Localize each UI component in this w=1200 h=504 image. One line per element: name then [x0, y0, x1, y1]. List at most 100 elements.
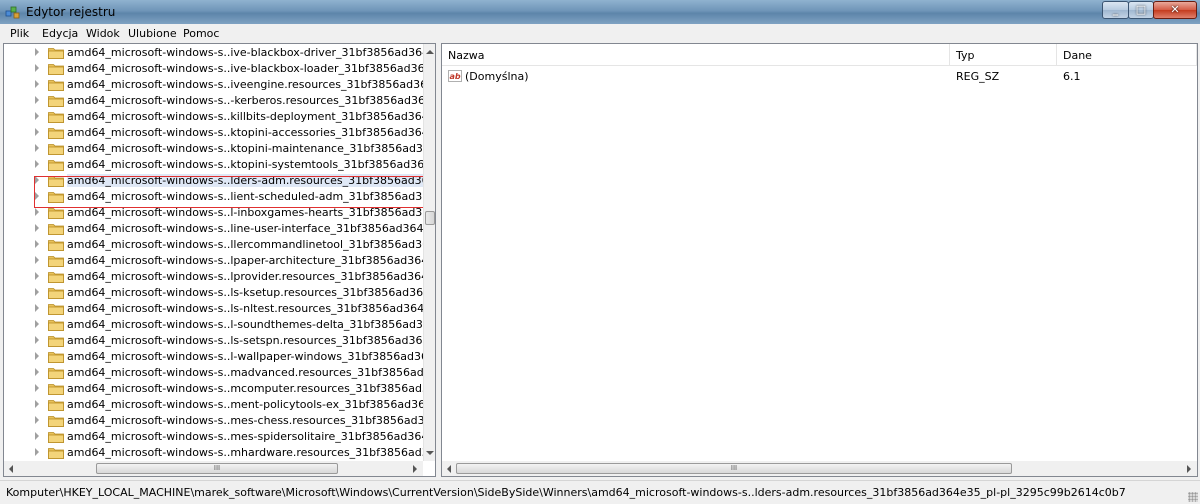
scroll-right-icon[interactable] [413, 465, 417, 473]
minimize-button[interactable]: _ [1102, 1, 1129, 19]
folder-icon [48, 48, 64, 59]
scroll-right-icon[interactable] [1187, 465, 1191, 473]
expand-arrow-icon[interactable] [35, 320, 39, 328]
scroll-up-icon[interactable] [426, 50, 434, 54]
folder-icon [48, 416, 64, 427]
expand-arrow-icon[interactable] [35, 128, 39, 136]
scroll-thumb[interactable] [425, 211, 435, 225]
tree-item[interactable]: amd64_microsoft-windows-s..mes-spidersol… [4, 429, 423, 445]
scroll-thumb[interactable]: III [96, 463, 338, 474]
expand-arrow-icon[interactable] [35, 256, 39, 264]
folder-icon [48, 336, 64, 347]
expand-arrow-icon[interactable] [35, 336, 39, 344]
tree-item-label: amd64_microsoft-windows-s..ls-nltest.res… [67, 302, 423, 315]
tree-item[interactable]: amd64_microsoft-windows-s..mhardware.res… [4, 445, 423, 461]
menu-edit[interactable]: Edycja [42, 27, 78, 40]
column-header-type[interactable]: Typ [950, 44, 1057, 66]
expand-arrow-icon[interactable] [35, 96, 39, 104]
tree-item[interactable]: amd64_microsoft-windows-s..killbits-depl… [4, 109, 423, 125]
expand-arrow-icon[interactable] [35, 288, 39, 296]
expand-arrow-icon[interactable] [35, 400, 39, 408]
folder-icon [48, 160, 64, 171]
tree-item[interactable]: amd64_microsoft-windows-s..l-soundthemes… [4, 317, 423, 333]
expand-arrow-icon[interactable] [35, 368, 39, 376]
values-list-pane[interactable]: Nazwa Typ Dane ab (Domyślna) REG_SZ 6.1 … [441, 43, 1198, 477]
folder-icon [48, 448, 64, 459]
expand-arrow-icon[interactable] [35, 448, 39, 456]
expand-arrow-icon[interactable] [35, 80, 39, 88]
tree-item[interactable]: amd64_microsoft-windows-s..ive-blackbox-… [4, 45, 423, 61]
expand-arrow-icon[interactable] [35, 144, 39, 152]
folder-icon [48, 320, 64, 331]
expand-arrow-icon[interactable] [35, 64, 39, 72]
tree-item[interactable]: amd64_microsoft-windows-s..-kerberos.res… [4, 93, 423, 109]
expand-arrow-icon[interactable] [35, 384, 39, 392]
tree-item[interactable]: amd64_microsoft-windows-s..ktopini-acces… [4, 125, 423, 141]
tree-item[interactable]: amd64_microsoft-windows-s..l-wallpaper-w… [4, 349, 423, 365]
resize-grip-icon[interactable] [1188, 492, 1198, 502]
column-header-data[interactable]: Dane [1057, 44, 1197, 66]
title-bar[interactable]: Edytor rejestru _ □ ✕ [0, 0, 1200, 24]
tree-item[interactable]: amd64_microsoft-windows-s..llercommandli… [4, 237, 423, 253]
tree-item[interactable]: amd64_microsoft-windows-s..lprovider.res… [4, 269, 423, 285]
scroll-left-icon[interactable] [9, 465, 13, 473]
tree-vertical-scrollbar[interactable] [423, 44, 435, 461]
folder-icon [48, 400, 64, 411]
key-tree-pane[interactable]: amd64_microsoft-windows-s..ive-blackbox-… [3, 43, 436, 477]
folder-icon [48, 80, 64, 91]
maximize-icon: □ [1135, 3, 1147, 16]
tree-item[interactable]: amd64_microsoft-windows-s..ls-setspn.res… [4, 333, 423, 349]
tree-item-label: amd64_microsoft-windows-s..killbits-depl… [67, 110, 423, 123]
menu-help[interactable]: Pomoc [183, 27, 219, 40]
expand-arrow-icon[interactable] [35, 224, 39, 232]
tree-item[interactable]: amd64_microsoft-windows-s..ment-policyto… [4, 397, 423, 413]
expand-arrow-icon[interactable] [35, 160, 39, 168]
menu-favorites[interactable]: Ulubione [128, 27, 177, 40]
tree-item[interactable]: amd64_microsoft-windows-s..madvanced.res… [4, 365, 423, 381]
expand-arrow-icon[interactable] [35, 240, 39, 248]
expand-arrow-icon[interactable] [35, 208, 39, 216]
column-header-name[interactable]: Nazwa [442, 44, 950, 66]
list-horizontal-scrollbar[interactable]: III [442, 461, 1197, 476]
scroll-thumb[interactable]: III [456, 463, 1012, 474]
list-item[interactable]: ab (Domyślna) REG_SZ 6.1 [442, 68, 1197, 85]
tree-item[interactable]: amd64_microsoft-windows-s..mes-chess.res… [4, 413, 423, 429]
tree-item[interactable]: amd64_microsoft-windows-s..iveengine.res… [4, 77, 423, 93]
menu-file[interactable]: Plik [10, 27, 29, 40]
expand-arrow-icon[interactable] [35, 272, 39, 280]
menu-view[interactable]: Widok [86, 27, 120, 40]
tree-item[interactable]: amd64_microsoft-windows-s..lpaper-archit… [4, 253, 423, 269]
close-button[interactable]: ✕ [1153, 1, 1197, 19]
tree-item-label: amd64_microsoft-windows-s..ls-setspn.res… [67, 334, 423, 347]
expand-arrow-icon[interactable] [35, 416, 39, 424]
tree-item[interactable]: amd64_microsoft-windows-s..mcomputer.res… [4, 381, 423, 397]
tree-item[interactable]: amd64_microsoft-windows-s..ive-blackbox-… [4, 61, 423, 77]
minimize-icon: _ [1112, 3, 1119, 16]
registry-editor-window: Edytor rejestru _ □ ✕ Plik Edycja Widok … [0, 0, 1200, 504]
folder-icon [48, 112, 64, 123]
scroll-left-icon[interactable] [447, 465, 451, 473]
folder-icon [48, 272, 64, 283]
tree-item[interactable]: amd64_microsoft-windows-s..ktopini-syste… [4, 157, 423, 173]
expand-arrow-icon[interactable] [35, 352, 39, 360]
tree-item-label: amd64_microsoft-windows-s..iveengine.res… [67, 78, 423, 91]
scroll-down-icon[interactable] [426, 451, 434, 455]
tree-item-label: amd64_microsoft-windows-s..ktopini-acces… [67, 126, 423, 139]
tree-item-label: amd64_microsoft-windows-s..l-wallpaper-w… [67, 350, 423, 363]
expand-arrow-icon[interactable] [35, 432, 39, 440]
expand-arrow-icon[interactable] [35, 48, 39, 56]
column-label: Typ [956, 49, 975, 62]
tree-item[interactable]: amd64_microsoft-windows-s..ls-ksetup.res… [4, 285, 423, 301]
tree-item-label: amd64_microsoft-windows-s..mcomputer.res… [67, 382, 423, 395]
tree-item[interactable]: amd64_microsoft-windows-s..ls-nltest.res… [4, 301, 423, 317]
column-label: Nazwa [448, 49, 485, 62]
tree-item[interactable]: amd64_microsoft-windows-s..line-user-int… [4, 221, 423, 237]
expand-arrow-icon[interactable] [35, 112, 39, 120]
expand-arrow-icon[interactable] [35, 304, 39, 312]
folder-icon [48, 96, 64, 107]
tree-item[interactable]: amd64_microsoft-windows-s..ktopini-maint… [4, 141, 423, 157]
tree-horizontal-scrollbar[interactable]: III [4, 461, 423, 476]
tree-item-label: amd64_microsoft-windows-s..ktopini-syste… [67, 158, 423, 171]
maximize-button[interactable]: □ [1128, 1, 1154, 19]
value-data: 6.1 [1063, 70, 1081, 83]
